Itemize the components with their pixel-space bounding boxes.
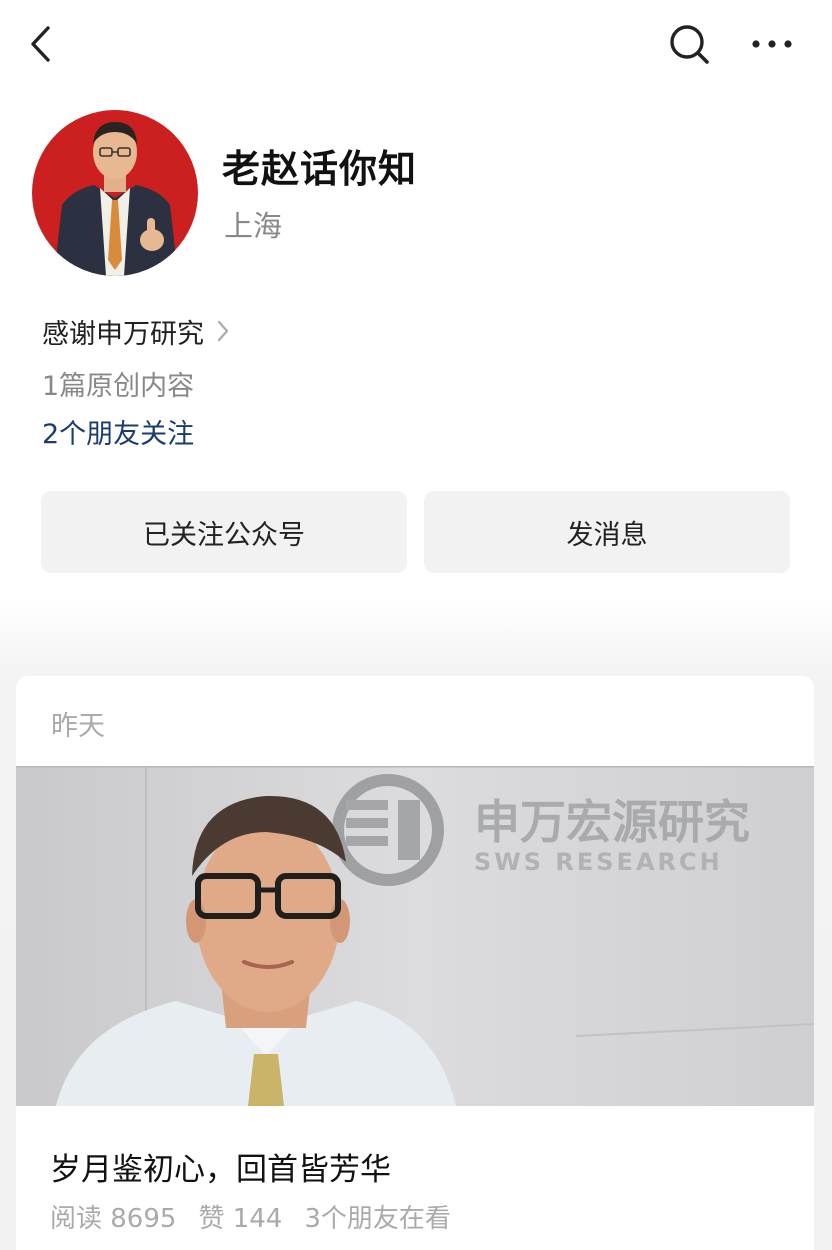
search-button[interactable] xyxy=(664,20,714,68)
send-message-button[interactable]: 发消息 xyxy=(424,491,790,573)
read-count: 阅读 8695 xyxy=(50,1204,177,1234)
account-intro-link[interactable]: 感谢申万研究 xyxy=(42,311,230,351)
article-date: 昨天 xyxy=(51,711,105,742)
friends-following-link[interactable]: 2个朋友关注 xyxy=(42,412,194,451)
article-card[interactable]: 昨天 申万宏源研究 SWS RESEARCH 岁月鉴初心，回首皆芳华 阅读 86… xyxy=(16,676,814,1250)
followed-account-button[interactable]: 已关注公众号 xyxy=(41,491,407,573)
more-horizontal-icon xyxy=(752,40,792,48)
sign-text-en: SWS RESEARCH xyxy=(474,848,723,876)
original-content-count: 1篇原创内容 xyxy=(42,371,195,402)
article-cover-image[interactable]: 申万宏源研究 SWS RESEARCH xyxy=(16,764,814,1106)
sign-text-cn: 申万宏源研究 xyxy=(474,795,750,849)
article-title[interactable]: 岁月鉴初心，回首皆芳华 xyxy=(50,1144,391,1189)
chevron-right-icon xyxy=(217,320,229,342)
chevron-left-icon xyxy=(31,26,50,62)
article-stats: 阅读 8695 赞 144 3个朋友在看 xyxy=(50,1198,473,1235)
friends-viewing: 3个朋友在看 xyxy=(304,1204,451,1234)
profile-page: 老赵话你知 上海 感谢申万研究 1篇原创内容 2个朋友关注 已关注公众号 发消息… xyxy=(0,0,832,1250)
account-intro-text: 感谢申万研究 xyxy=(42,318,204,350)
account-avatar[interactable] xyxy=(32,110,198,276)
back-button[interactable] xyxy=(22,22,62,66)
account-location: 上海 xyxy=(224,209,283,243)
account-name: 老赵话你知 xyxy=(222,147,418,191)
like-count: 赞 144 xyxy=(198,1204,283,1234)
search-icon xyxy=(670,25,709,64)
more-button[interactable] xyxy=(746,24,798,64)
